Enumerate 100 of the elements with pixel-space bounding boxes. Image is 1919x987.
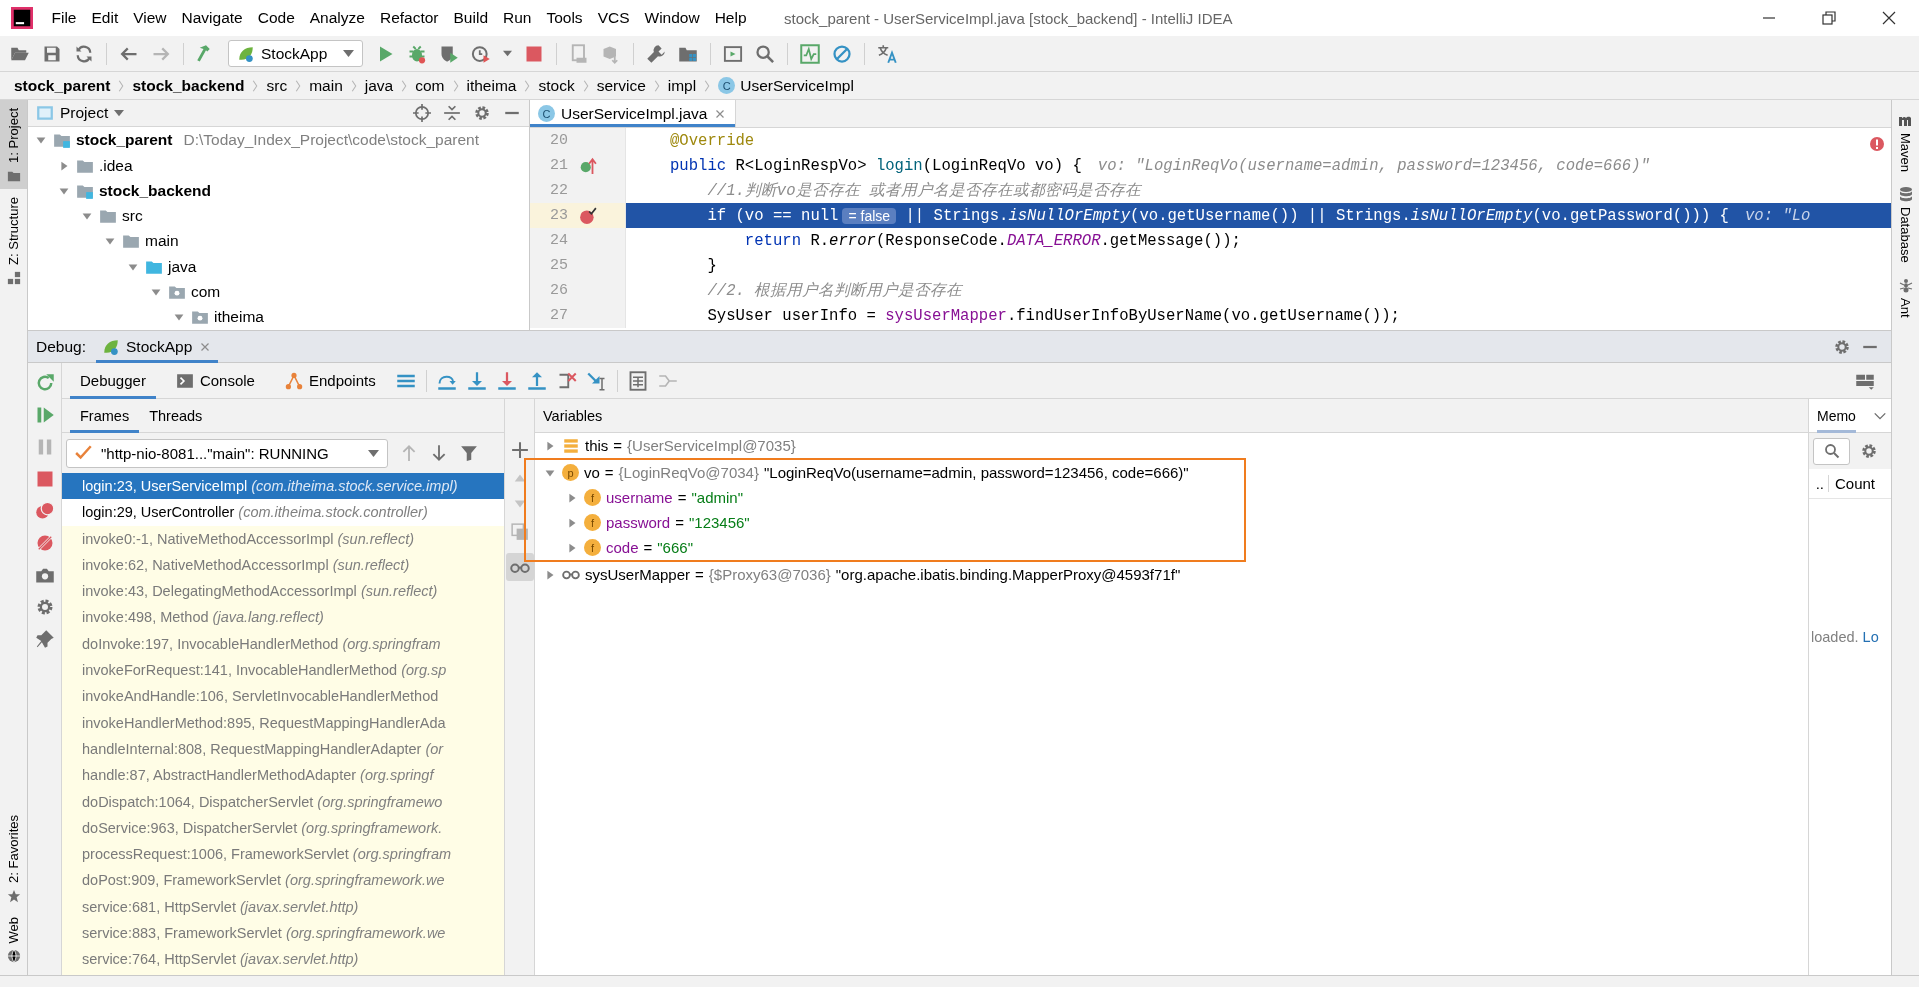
breadcrumb-item[interactable]: service [596,76,646,95]
add-icon[interactable] [510,441,529,459]
tree-item[interactable]: main [28,228,529,255]
settings-icon[interactable] [1833,337,1851,356]
tool-window-tab[interactable]: 1: Project [0,100,27,189]
menu-item[interactable]: View [125,9,175,27]
console-icon [175,371,194,390]
code-text: SysUser userInfo = sysUserMapper.findUserInfoByUserName(vo.getUsername()); [706,306,1400,325]
globe-icon [6,949,21,963]
implements-icon[interactable] [579,156,597,175]
tree-item[interactable]: com [28,279,529,305]
debugger-tab[interactable]: Endpoints [274,362,386,399]
caret-icon[interactable] [503,49,512,58]
force-step-into-icon[interactable] [496,370,517,391]
close-icon[interactable] [1881,10,1897,26]
menu-item[interactable]: VCS [590,9,637,27]
tree-item[interactable]: itheima [28,304,529,330]
step-out-icon[interactable] [526,370,547,391]
panel-tab[interactable]: Frames [70,399,140,433]
tool-window-tab[interactable]: Web [0,908,27,969]
breakpoints-icon[interactable] [34,501,55,521]
tree-item[interactable]: stock_parent D:\Today_Index_Project\code\stock_parent [28,127,529,153]
breadcrumb-item[interactable]: impl [667,76,697,95]
menu-item[interactable]: Code [250,9,303,27]
step-into-icon[interactable] [466,370,487,391]
breadcrumb-item[interactable]: com [415,76,445,95]
menu-item[interactable]: Run [495,9,539,27]
menu-item[interactable]: Navigate [174,9,251,27]
prohibited-icon[interactable] [832,43,852,64]
error-icon [1869,136,1885,152]
debug-icon[interactable] [407,43,427,64]
column-header[interactable]: .. [1809,475,1829,492]
translate-icon[interactable] [877,43,897,64]
session-tab[interactable]: StockApp [96,330,219,363]
menu-item[interactable]: Window [637,9,708,27]
wrench-icon[interactable] [646,43,666,64]
mute-breakpoints-icon[interactable] [34,533,55,553]
tool-window-tab[interactable]: Maven [1897,112,1914,173]
thread-dropdown[interactable]: "http-nio-8081..."main": RUNNING [66,438,388,468]
star-icon [6,888,21,903]
search-field[interactable] [1813,437,1850,465]
pin-icon[interactable] [34,629,55,649]
device-icon[interactable] [569,43,589,64]
tool-window-tab[interactable]: Ant [1897,276,1914,318]
window-title: stock_parent - UserServiceImpl.java [stock_backend] - IntelliJ IDEA [784,9,1234,27]
activity-monitor-icon[interactable] [800,43,820,64]
breadcrumb-item[interactable]: itheima [466,76,517,95]
restore-icon[interactable] [1821,10,1837,26]
run-configuration-dropdown[interactable]: StockApp [228,40,363,67]
load-link[interactable]: Lo [1862,629,1879,645]
caret-icon [343,48,354,59]
debugger-tab[interactable]: Debugger [70,362,156,399]
breadcrumb-item[interactable]: java [364,76,394,95]
tree-item[interactable]: src [28,203,529,229]
locate-icon[interactable] [413,103,431,122]
collapse-all-icon[interactable] [443,103,461,122]
terminal-icon[interactable] [723,43,743,64]
search-icon[interactable] [755,43,775,64]
column-header[interactable]: Count [1829,475,1876,492]
spring-leaf-icon [102,337,120,356]
stack-frame[interactable]: login:23, UserServiceImpl (com.itheima.stock.service.impl) [62,473,504,500]
tree-item[interactable]: stock_backend [28,178,529,204]
menu-item[interactable]: Tools [538,9,591,27]
class-icon: C [718,77,736,94]
profile-icon[interactable] [471,43,491,64]
breadcrumb-item[interactable]: stock [538,76,575,95]
editor-tab[interactable]: C UserServiceImpl.java [530,100,737,127]
breakpoint-icon[interactable] [579,206,597,225]
class-icon: C [538,105,555,122]
breadcrumb-item[interactable]: stock_backend [132,76,245,95]
menu-item[interactable]: Analyze [302,9,373,27]
menu-item[interactable]: Refactor [372,9,447,27]
menu-item[interactable]: Help [707,9,755,27]
breadcrumb-item[interactable]: C UserServiceImpl [718,76,854,95]
settings-icon[interactable] [473,103,491,122]
menu-item[interactable]: Build [446,9,496,27]
down-arrow-icon[interactable] [430,444,448,462]
panel-tab[interactable]: Threads [139,399,213,433]
endpoints-icon [284,371,303,390]
settings-icon[interactable] [1860,442,1878,460]
breadcrumb-item[interactable]: src [266,76,288,95]
field-icon: f [584,539,601,556]
filter-icon[interactable] [460,444,478,462]
sync-icon[interactable] [74,43,94,64]
tool-window-tab[interactable]: 2: Favorites [0,806,27,909]
menu-item[interactable]: Edit [84,9,126,27]
breadcrumb-item[interactable]: main [309,76,343,95]
tree-item[interactable]: .idea [28,152,529,179]
run-to-cursor-icon[interactable] [586,370,607,391]
breadcrumb-item[interactable]: stock_parent [14,76,111,95]
tree-item[interactable]: java [28,254,529,280]
up-arrow-icon[interactable] [400,444,418,462]
tool-window-tab[interactable]: Database [1897,186,1914,263]
debugger-tab[interactable]: Console [165,362,265,399]
menu-item[interactable]: File [44,9,84,27]
memory-tab[interactable]: Memo [1817,398,1856,433]
copy-icon[interactable] [510,523,529,541]
evaluate-icon[interactable] [627,370,648,391]
stack-frame[interactable]: login:29, UserController (com.itheima.stock.controller) [62,499,504,526]
tool-window-tab[interactable]: Z: Structure [0,188,27,291]
